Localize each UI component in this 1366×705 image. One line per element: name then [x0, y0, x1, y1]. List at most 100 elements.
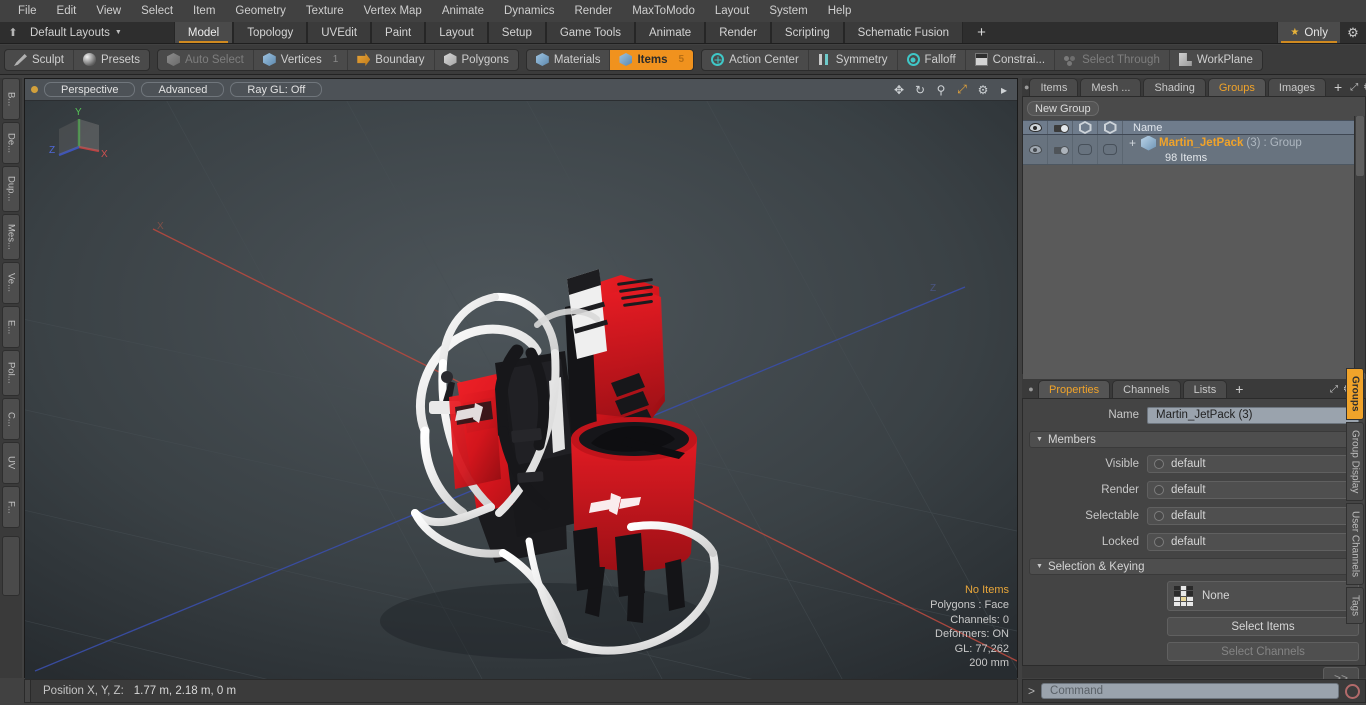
viewport-raygl-selector[interactable]: Ray GL: Off [230, 82, 323, 97]
menu-item-geometry[interactable]: Geometry [225, 1, 296, 21]
radio-icon[interactable] [1154, 485, 1164, 495]
viewport-3d-scene[interactable]: X Z Y X Z No Items Polygons: Face Chann… [25, 101, 1017, 679]
layout-tab-render[interactable]: Render [705, 22, 771, 43]
menu-item-help[interactable]: Help [818, 1, 862, 21]
menu-item-item[interactable]: Item [183, 1, 225, 21]
row-render-toggle[interactable] [1048, 135, 1073, 164]
toolbar-button-select-through[interactable]: Select Through [1055, 49, 1170, 70]
menu-item-layout[interactable]: Layout [705, 1, 760, 21]
left-tab-6[interactable]: Pol... [2, 350, 20, 396]
home-icon[interactable]: ⬆ [0, 22, 26, 43]
expand-icon[interactable]: ⤢ [1330, 384, 1338, 395]
table-row[interactable]: + Martin_JetPack (3) : Group 98 Items [1023, 135, 1365, 165]
properties-panel-tab-lists[interactable]: Lists [1182, 380, 1228, 398]
groups-panel-tab-mesh[interactable]: Mesh ... [1080, 78, 1142, 96]
layout-tab-model[interactable]: Model [173, 22, 234, 43]
rotate-icon[interactable]: ↻ [913, 83, 927, 97]
toolbar-button-items[interactable]: Items 5 [610, 49, 694, 70]
name-input[interactable]: Martin_JetPack (3) [1147, 406, 1359, 424]
command-input[interactable]: Command [1041, 683, 1339, 699]
expand-icon[interactable]: ⤢ [955, 82, 969, 97]
right-vtab-group-display[interactable]: Group Display [1346, 421, 1364, 501]
right-vtab-groups[interactable]: Groups [1346, 368, 1364, 420]
menu-item-view[interactable]: View [86, 1, 131, 21]
gear-icon[interactable]: ⚙ [1340, 22, 1366, 43]
layout-tab-topology[interactable]: Topology [233, 22, 308, 43]
row-expander-icon[interactable]: + [1129, 136, 1136, 150]
left-tab-0[interactable]: B... [2, 78, 20, 120]
zoom-icon[interactable]: ⚲ [934, 83, 948, 97]
layout-tab-schematic-fusion[interactable]: Schematic Fusion [843, 22, 964, 43]
radio-icon[interactable] [1154, 511, 1164, 521]
selection-keying-section-header[interactable]: ▼ Selection & Keying [1029, 558, 1359, 575]
toolbar-button-action-center[interactable]: Action Center [702, 49, 809, 70]
layout-tab-game-tools[interactable]: Game Tools [545, 22, 635, 43]
left-tab-3[interactable]: Mes... [2, 214, 20, 260]
toolbar-button-workplane[interactable]: WorkPlane [1170, 50, 1262, 70]
radio-icon[interactable] [1154, 459, 1164, 469]
radio-icon[interactable] [1154, 537, 1164, 547]
menu-item-system[interactable]: System [759, 1, 817, 21]
toolbar-button-auto-select[interactable]: Auto Select [158, 49, 254, 70]
left-tab-9[interactable]: F... [2, 486, 20, 528]
left-tab-7[interactable]: C... [2, 398, 20, 440]
member-dropdown-render[interactable]: default▼ [1147, 481, 1359, 499]
menu-item-render[interactable]: Render [564, 1, 622, 21]
toolbar-button-polygons[interactable]: Polygons [435, 50, 518, 70]
left-tab-5[interactable]: E... [2, 306, 20, 348]
toolbar-button-falloff[interactable]: Falloff [898, 49, 966, 70]
layout-tab-scripting[interactable]: Scripting [770, 22, 844, 43]
panel-menu-icon[interactable]: ● [1024, 380, 1038, 398]
member-dropdown-locked[interactable]: default▼ [1147, 533, 1359, 551]
properties-panel-tab-properties[interactable]: Properties [1038, 380, 1111, 398]
select-channels-button[interactable]: Select Channels [1167, 642, 1359, 661]
menu-item-vertex-map[interactable]: Vertex Map [354, 1, 432, 21]
groups-list-empty-area[interactable] [1023, 165, 1365, 379]
left-tab-1[interactable]: De... [2, 122, 20, 164]
layout-tab-animate[interactable]: Animate [635, 22, 706, 43]
gear-icon[interactable]: ⚙ [976, 83, 990, 97]
left-tab-extra[interactable] [2, 536, 20, 596]
layout-tab-uvedit[interactable]: UVEdit [307, 22, 372, 43]
left-tab-4[interactable]: Ve... [2, 262, 20, 304]
toolbar-button-sculpt[interactable]: Sculpt [5, 49, 74, 70]
render-camera-icon[interactable] [1048, 121, 1073, 134]
expand-icon[interactable]: ⤢ [1350, 82, 1358, 93]
menu-item-maxtomodo[interactable]: MaxToModo [622, 1, 705, 21]
viewport-options-dot-icon[interactable] [31, 86, 38, 93]
menu-item-texture[interactable]: Texture [296, 1, 354, 21]
menu-item-select[interactable]: Select [131, 1, 183, 21]
toolbar-button-materials[interactable]: Materials [527, 49, 611, 70]
move-icon[interactable]: ✥ [892, 83, 906, 97]
groups-panel-tab-shading[interactable]: Shading [1143, 78, 1206, 96]
members-section-header[interactable]: ▼ Members [1029, 431, 1359, 448]
toolbar-button-presets[interactable]: Presets [74, 50, 149, 70]
toolbar-button-symmetry[interactable]: Symmetry [809, 49, 898, 70]
menu-item-dynamics[interactable]: Dynamics [494, 1, 564, 21]
toolbar-button-constrai[interactable]: Constrai... [966, 49, 1056, 70]
row-selectable-toggle[interactable] [1073, 135, 1098, 164]
row-visible-toggle[interactable] [1023, 135, 1048, 164]
selection-set-dropdown[interactable]: None [1167, 581, 1359, 611]
groups-list-scroll-thumb[interactable] [1356, 116, 1364, 176]
add-panel-tab-button[interactable]: + [1328, 78, 1348, 96]
record-icon[interactable] [1345, 683, 1360, 699]
properties-panel-tab-channels[interactable]: Channels [1112, 380, 1181, 398]
select-items-button[interactable]: Select Items [1167, 617, 1359, 636]
layout-selector[interactable]: Default Layouts ▼ [26, 22, 132, 43]
layout-tab-setup[interactable]: Setup [487, 22, 546, 43]
member-dropdown-visible[interactable]: default▼ [1147, 455, 1359, 473]
member-dropdown-selectable[interactable]: default▼ [1147, 507, 1359, 525]
groups-panel-tab-images[interactable]: Images [1267, 78, 1326, 96]
layout-tab-layout[interactable]: Layout [425, 22, 488, 43]
locked-hex-icon[interactable] [1098, 121, 1123, 134]
groups-panel-tab-groups[interactable]: Groups [1207, 78, 1266, 96]
layout-tab-paint[interactable]: Paint [371, 22, 426, 43]
menu-item-edit[interactable]: Edit [47, 1, 87, 21]
right-vtab-user-channels[interactable]: User Channels [1346, 502, 1364, 586]
viewport-projection-selector[interactable]: Perspective [44, 82, 136, 97]
groups-panel-tab-items[interactable]: Items [1029, 78, 1079, 96]
left-tab-8[interactable]: UV [2, 442, 20, 484]
right-vtab-tags[interactable]: Tags [1346, 587, 1364, 625]
menu-item-animate[interactable]: Animate [432, 1, 494, 21]
